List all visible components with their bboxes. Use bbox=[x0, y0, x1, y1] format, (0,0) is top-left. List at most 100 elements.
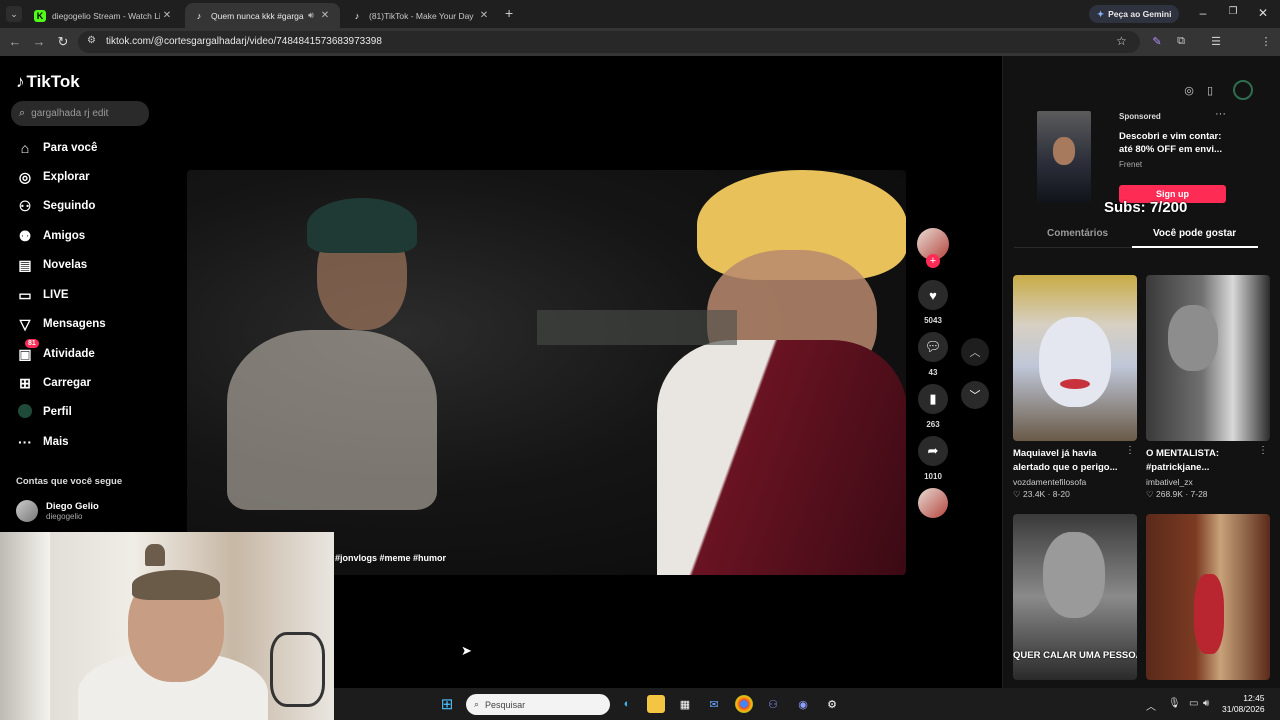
gemini-label: Peça ao Gemini bbox=[1108, 9, 1172, 19]
ad-text[interactable]: Descobri e vim contar: até 80% OFF em en… bbox=[1119, 130, 1233, 156]
tab-tiktok-home[interactable]: ♪ (81)TikTok - Make Your Day ✕ bbox=[343, 3, 499, 28]
nav-item-seguindo[interactable]: ⚇ Seguindo bbox=[16, 196, 96, 216]
video-author[interactable]: vozdamentefilosofa bbox=[1013, 477, 1137, 487]
like-button[interactable]: ♥ bbox=[918, 280, 948, 310]
recommended-video-card[interactable] bbox=[1146, 514, 1270, 680]
video-hashtags[interactable]: #jonvlogs #meme #humor bbox=[335, 553, 446, 563]
device-icon[interactable]: ▯ bbox=[1202, 84, 1218, 97]
compass-icon: ◎ bbox=[18, 168, 32, 185]
address-bar[interactable]: ⚙ tiktok.com/@cortesgargalhadarj/video/7… bbox=[78, 31, 1140, 53]
profile-ring-icon[interactable] bbox=[1233, 80, 1253, 100]
upload-icon: ⊞ bbox=[19, 374, 31, 391]
nav-item-atividade[interactable]: ▣ 81 Atividade bbox=[16, 338, 95, 364]
site-info-icon[interactable]: ⚙ bbox=[87, 35, 96, 46]
pen-extension-icon[interactable]: ✎ bbox=[1150, 35, 1164, 48]
search-icon: ⌕ bbox=[474, 699, 480, 709]
settings-app-icon[interactable]: ⚙ bbox=[823, 695, 841, 713]
nav-item-carregar[interactable]: ⊞ Carregar bbox=[16, 373, 91, 393]
music-disc-avatar[interactable] bbox=[918, 488, 948, 518]
recommended-video-card[interactable]: Maquiavel já havia alertado que o perigo… bbox=[1013, 275, 1137, 500]
tab-search-icon[interactable]: ⌄ bbox=[6, 6, 22, 22]
reading-list-icon[interactable]: ☰ bbox=[1209, 35, 1223, 48]
tab-tiktok-video[interactable]: ♪ Quem nunca kkk #gargalhe 🔊︎ ✕ bbox=[185, 3, 340, 28]
window-close-icon[interactable]: ✕ bbox=[1254, 6, 1272, 20]
chrome-icon[interactable] bbox=[735, 695, 753, 713]
edge-icon[interactable]: ◐ bbox=[618, 695, 636, 713]
compass-small-icon[interactable]: ◎ bbox=[1181, 84, 1197, 97]
more-icon: ··· bbox=[18, 434, 32, 450]
recommended-video-card[interactable]: O MENTALISTA: #patrickjane... ⋮ imbative… bbox=[1146, 275, 1270, 500]
forward-icon[interactable]: → bbox=[31, 34, 47, 49]
windows-taskbar: ⊞ ⌕ Pesquisar ◐ ▦ ✉ ⚇ ◉ ⚙ ︿ 🎙︎ ▭ 🔊︎ 12:4… bbox=[334, 688, 1280, 720]
minimize-icon[interactable]: – bbox=[1194, 6, 1212, 20]
search-input[interactable]: ⌕ gargalhada rj edit bbox=[11, 101, 149, 126]
menu-icon[interactable]: ⋮ bbox=[1259, 35, 1273, 48]
logo-text: TikTok bbox=[26, 72, 80, 91]
followed-accounts-title: Contas que você segue bbox=[16, 476, 123, 487]
speaker-icon[interactable]: 🔊︎ bbox=[304, 10, 318, 21]
close-icon[interactable]: ✕ bbox=[160, 10, 174, 21]
video-author[interactable]: imbativel_zx bbox=[1146, 477, 1270, 487]
previous-video-button[interactable]: ︿ bbox=[961, 338, 989, 366]
browser-tab-strip: ⌄ K diegogelio Stream - Watch Live ✕ ♪ Q… bbox=[0, 0, 1280, 28]
ad-more-icon[interactable]: ··· bbox=[1215, 108, 1226, 120]
nav-item-mais[interactable]: ··· Mais bbox=[16, 432, 69, 452]
nav-label: Seguindo bbox=[43, 200, 96, 212]
next-video-button[interactable]: ﹀ bbox=[961, 381, 989, 409]
avatar bbox=[16, 500, 38, 522]
taskbar-clock[interactable]: 12:45 31/08/2026 bbox=[1222, 693, 1265, 715]
video-player[interactable] bbox=[187, 170, 906, 575]
store-icon[interactable]: ▦ bbox=[676, 695, 694, 713]
teams-icon[interactable]: ⚇ bbox=[764, 695, 782, 713]
activity-icon: ▣ 81 bbox=[16, 338, 39, 363]
kebab-icon[interactable]: ⋮ bbox=[1125, 445, 1135, 456]
maximize-icon[interactable]: ❐ bbox=[1224, 6, 1242, 17]
discord-icon[interactable]: ◉ bbox=[794, 695, 812, 713]
back-icon[interactable]: ← bbox=[7, 34, 23, 49]
nav-item-mensagens[interactable]: ▽ Mensagens bbox=[16, 314, 106, 334]
network-icon[interactable]: ▭ bbox=[1189, 698, 1198, 709]
ad-person-head bbox=[1053, 137, 1075, 165]
nav-item-perfil[interactable]: Perfil bbox=[16, 402, 72, 422]
tab-kick[interactable]: K diegogelio Stream - Watch Live ✕ bbox=[26, 3, 182, 28]
thumbnail-caption: QUER CALAR UMA PESSOA bbox=[1013, 650, 1137, 661]
video-date: 7-28 bbox=[1190, 489, 1208, 499]
reload-icon[interactable]: ↻ bbox=[55, 34, 71, 50]
bookmark-star-icon[interactable]: ☆ bbox=[1116, 34, 1127, 48]
comment-button[interactable]: 💬︎ bbox=[918, 332, 948, 362]
save-button[interactable]: ▮ bbox=[918, 384, 948, 414]
nav-item-explorar[interactable]: ◎ Explorar bbox=[16, 167, 90, 187]
nav-item-amigos[interactable]: ⚉ Amigos bbox=[16, 226, 85, 246]
nav-item-novelas[interactable]: ▤ Novelas bbox=[16, 255, 87, 275]
chevron-down-icon: ﹀ bbox=[969, 390, 981, 402]
close-icon[interactable]: ✕ bbox=[318, 10, 332, 21]
tab-comentarios[interactable]: Comentários bbox=[1047, 228, 1108, 239]
kebab-icon[interactable]: ⋮ bbox=[1258, 445, 1268, 456]
mail-icon[interactable]: ✉ bbox=[705, 695, 723, 713]
file-explorer-icon[interactable] bbox=[647, 695, 665, 713]
new-tab-button[interactable]: + bbox=[505, 5, 513, 21]
subs-overlay: Subs: 7/200 bbox=[1104, 199, 1188, 216]
tiktok-logo[interactable]: ♪ TikTok bbox=[16, 72, 80, 92]
gemini-button[interactable]: ✦ Peça ao Gemini bbox=[1089, 5, 1180, 23]
windows-start-icon[interactable]: ⊞ bbox=[438, 695, 456, 713]
nav-item-live[interactable]: ▭ LIVE bbox=[16, 285, 68, 305]
live-icon: ▭ bbox=[18, 286, 32, 303]
tiktok-icon: ♪ bbox=[354, 10, 360, 21]
tray-chevron-up-icon[interactable]: ︿ bbox=[1146, 698, 1156, 713]
followed-account-item[interactable]: Diego Gelio diegogelio bbox=[16, 500, 99, 522]
recommended-video-card[interactable]: QUER CALAR UMA PESSOA bbox=[1013, 514, 1137, 680]
tiktok-icon: ♪ bbox=[16, 72, 25, 91]
webcam-overlay bbox=[0, 532, 334, 720]
follow-plus-icon[interactable]: + bbox=[926, 254, 940, 268]
ad-thumbnail[interactable] bbox=[1037, 111, 1091, 203]
microphone-icon[interactable]: 🎙︎ bbox=[1168, 698, 1181, 709]
volume-icon[interactable]: 🔊︎ bbox=[1203, 698, 1209, 709]
close-icon[interactable]: ✕ bbox=[477, 10, 491, 21]
extensions-icon[interactable]: ⧉ bbox=[1174, 35, 1188, 48]
nav-item-para-voce[interactable]: ⌂ Para você bbox=[16, 138, 98, 158]
share-button[interactable]: ➦ bbox=[918, 436, 948, 466]
taskbar-search-input[interactable]: ⌕ Pesquisar bbox=[466, 694, 610, 715]
tab-voce-pode-gostar[interactable]: Você pode gostar bbox=[1153, 228, 1236, 239]
video-title: O MENTALISTA: #patrickjane... bbox=[1146, 448, 1219, 473]
